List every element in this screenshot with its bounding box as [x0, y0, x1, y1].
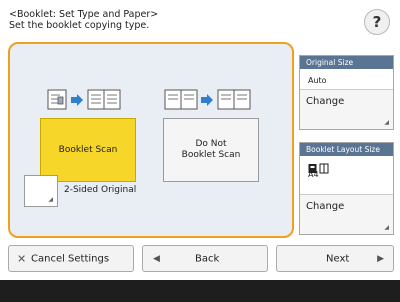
screen-title: <Booklet: Set Type and Paper> Set the bo… [9, 9, 158, 31]
booklet-layout-change-label: Change [306, 201, 345, 212]
do-not-booklet-scan-label-2: Booklet Scan [181, 150, 241, 160]
booklet-layout-size-header: Booklet Layout Size [300, 143, 393, 156]
two-sided-original-button[interactable]: ◢ [24, 175, 58, 207]
booklet-layout-size-value: A4 [308, 170, 319, 179]
original-size-change-label: Change [306, 96, 345, 107]
original-size-header: Original Size [300, 56, 393, 69]
back-label: Back [195, 253, 220, 264]
arrow-left-icon: ◀ [153, 253, 160, 264]
corner-indicator-icon: ◢ [384, 224, 389, 231]
close-icon: ✕ [17, 252, 27, 265]
booklet-scan-label: Booklet Scan [58, 144, 118, 155]
cancel-settings-label: Cancel Settings [31, 253, 110, 264]
original-size-change-button[interactable]: Change ◢ [300, 89, 393, 129]
non-booklet-scan-icon [163, 88, 255, 112]
title-line-1: <Booklet: Set Type and Paper> [9, 9, 159, 20]
two-sided-original-label: 2-Sided Original [64, 185, 137, 195]
do-not-booklet-scan-label-1: Do Not [195, 139, 227, 149]
corner-indicator-icon: ◢ [384, 119, 389, 126]
next-button[interactable]: Next ▶ [276, 245, 394, 272]
original-size-value: Auto [308, 76, 327, 85]
question-mark-icon: ? [372, 13, 382, 31]
status-bar [0, 280, 400, 302]
layout-orientation-icons [300, 159, 393, 174]
original-size-card: Original Size Auto Change ◢ [299, 55, 394, 130]
booklet-layout-change-button[interactable]: Change ◢ [300, 194, 393, 234]
title-line-2: Set the booklet copying type. [9, 20, 150, 31]
arrow-right-icon: ▶ [377, 253, 384, 264]
back-button[interactable]: ◀ Back [142, 245, 268, 272]
booklet-layout-size-card: Booklet Layout Size A4 Change ◢ [299, 142, 394, 235]
cancel-settings-button[interactable]: ✕ Cancel Settings [8, 245, 134, 272]
next-label: Next [326, 253, 350, 264]
booklet-scan-icon [46, 88, 126, 112]
do-not-booklet-scan-button[interactable]: Do Not Booklet Scan [163, 118, 259, 182]
booklet-scan-button[interactable]: Booklet Scan [40, 118, 136, 182]
help-button[interactable]: ? [364, 9, 390, 35]
corner-indicator-icon: ◢ [48, 196, 53, 203]
